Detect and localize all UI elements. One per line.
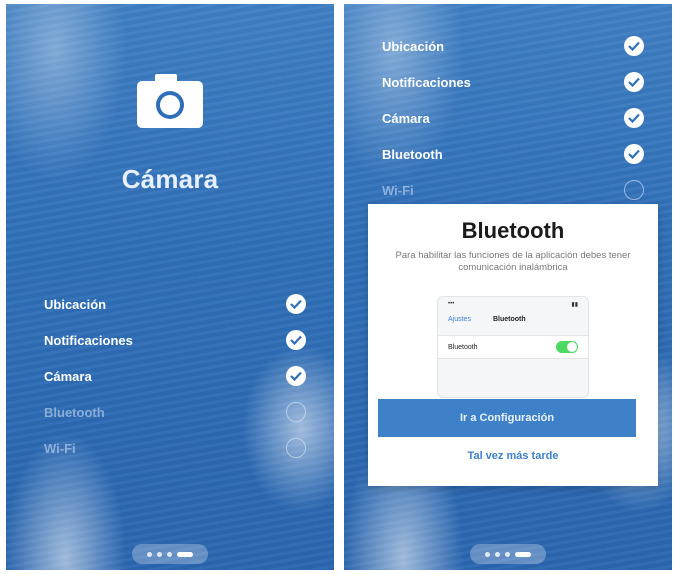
permission-item-wifi: Wi-Fi: [44, 430, 306, 466]
permission-item-camera: Cámara: [44, 358, 306, 394]
page-dot: [167, 551, 172, 557]
checkmark-icon: [286, 366, 306, 386]
empty-circle-icon: [286, 438, 306, 458]
permission-label: Ubicación: [44, 296, 107, 312]
page-dot: [495, 551, 500, 557]
go-to-settings-button[interactable]: Ir a Configuración: [378, 399, 636, 437]
checkmark-icon: [286, 330, 306, 350]
page-indicator[interactable]: [470, 544, 546, 564]
page-dot-active: [515, 551, 531, 557]
hero: Cámara: [6, 74, 334, 195]
page-title: Cámara: [121, 164, 219, 194]
checkmark-icon: [624, 144, 644, 164]
permission-label: Ubicación: [382, 38, 445, 54]
checkmark-icon: [624, 108, 644, 128]
mock-cell-label: Bluetooth: [448, 343, 478, 351]
mock-nav-title: Bluetooth: [492, 315, 526, 323]
permission-item-camera: Cámara: [382, 100, 644, 136]
mock-settings-cell: Bluetooth: [438, 335, 588, 359]
permission-item-notifications: Notificaciones: [382, 64, 644, 100]
mock-status-bar: ••• ▮▮: [438, 297, 588, 309]
dialog-description: Para habilitar las funciones de la aplic…: [395, 250, 631, 273]
bluetooth-permission-dialog: Bluetooth Para habilitar las funciones d…: [368, 204, 658, 486]
permission-list: Ubicación Notificaciones Cámara Bluetoot…: [44, 286, 306, 466]
permission-list: Ubicación Notificaciones Cámara Bluetoot…: [382, 28, 644, 208]
checkmark-icon: [624, 36, 644, 56]
checkmark-icon: [624, 72, 644, 92]
page-dot: [157, 551, 162, 557]
permissions-screen-bluetooth: Ubicación Notificaciones Cámara Bluetoot…: [344, 4, 672, 570]
permission-item-location: Ubicación: [382, 28, 644, 64]
permission-label: Cámara: [382, 110, 430, 126]
permission-label: Notificaciones: [44, 332, 133, 348]
permission-label: Cámara: [44, 368, 92, 384]
permission-label: Wi-Fi: [44, 440, 76, 456]
permission-item-wifi: Wi-Fi: [382, 172, 644, 208]
mock-nav-bar: Ajustes Bluetooth: [438, 309, 588, 329]
maybe-later-link[interactable]: Tal vez más tarde: [368, 450, 658, 462]
permission-item-bluetooth: Bluetooth: [44, 394, 306, 430]
permission-label: Notificaciones: [382, 74, 471, 90]
mock-signal-icon: •••: [448, 301, 455, 307]
permission-label: Wi-Fi: [382, 182, 414, 198]
permission-label: Bluetooth: [382, 146, 443, 162]
mock-back-label: Ajustes: [448, 315, 471, 323]
permission-item-location: Ubicación: [44, 286, 306, 322]
checkmark-icon: [286, 294, 306, 314]
toggle-on-icon: [556, 341, 578, 353]
settings-preview-image: ••• ▮▮ Ajustes Bluetooth Bluetooth: [437, 296, 589, 398]
empty-circle-icon: [624, 180, 644, 200]
page-dot-active: [177, 551, 193, 557]
dialog-title: Bluetooth: [461, 218, 565, 243]
permission-item-bluetooth: Bluetooth: [382, 136, 644, 172]
camera-icon: [137, 74, 203, 128]
page-dot: [147, 551, 152, 557]
empty-circle-icon: [286, 402, 306, 422]
permission-item-notifications: Notificaciones: [44, 322, 306, 358]
mock-battery-icon: ▮▮: [571, 302, 578, 308]
page-indicator[interactable]: [132, 544, 208, 564]
permission-label: Bluetooth: [44, 404, 105, 420]
page-dot: [485, 551, 490, 557]
page-dot: [505, 551, 510, 557]
permissions-screen-camera: Cámara Ubicación Notificaciones Cámara B…: [6, 4, 334, 570]
